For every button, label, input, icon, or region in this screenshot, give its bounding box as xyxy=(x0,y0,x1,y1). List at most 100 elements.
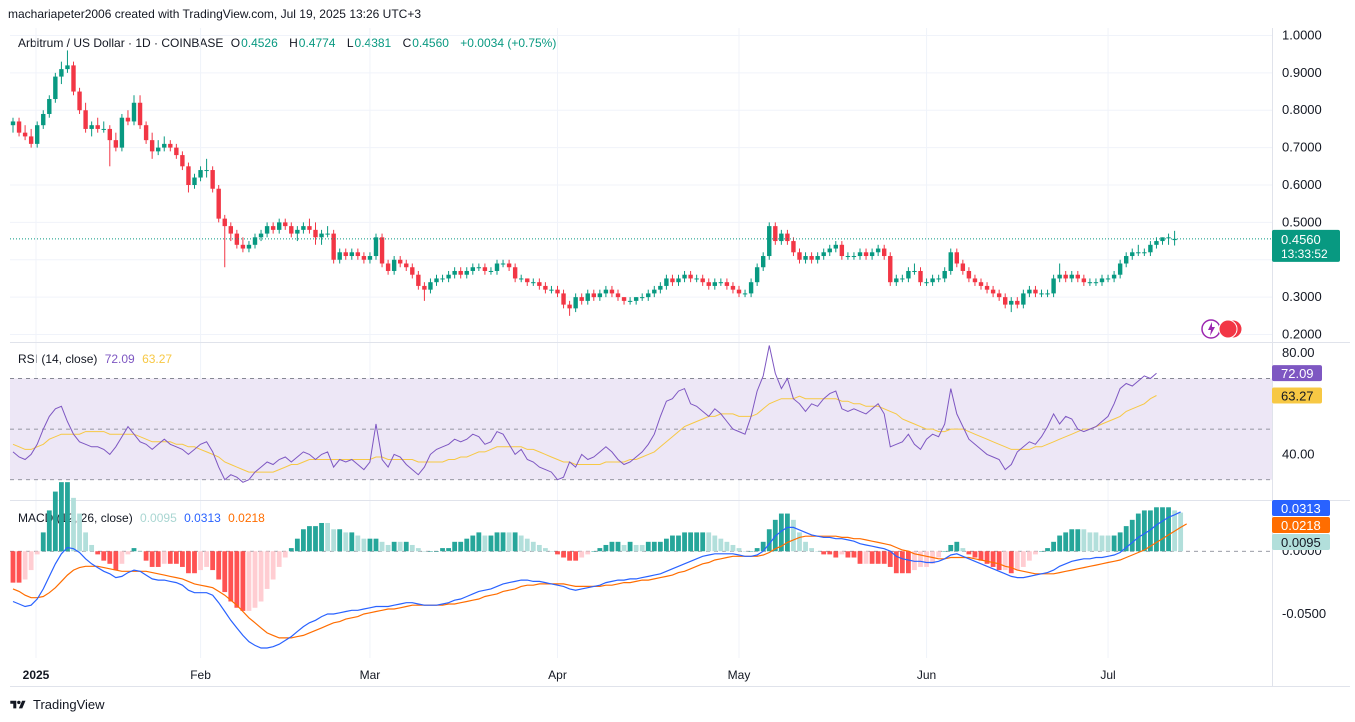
macd-hist-bar xyxy=(83,532,88,552)
candle-body xyxy=(488,270,494,272)
macd-hist-bar xyxy=(651,541,657,552)
macd-hist-bar xyxy=(440,548,445,552)
candle-body xyxy=(803,256,808,260)
candle-body xyxy=(984,285,990,290)
candle-body xyxy=(1142,252,1147,254)
macd-hist-bar xyxy=(791,519,796,552)
macd-hist-bar xyxy=(240,551,246,611)
us-flag-icon-front[interactable] xyxy=(1218,319,1238,339)
candle-body xyxy=(240,244,246,249)
candle-body xyxy=(295,229,300,234)
candle-body xyxy=(361,256,367,260)
macd-hist-bar xyxy=(972,551,978,558)
macd-badge-text: 0.0313 xyxy=(1281,501,1321,516)
macd-hist-bar xyxy=(1045,548,1050,552)
candle-body xyxy=(506,263,512,268)
macd-hist-bar xyxy=(331,529,337,552)
price-tick-label: 0.8000 xyxy=(1282,102,1322,117)
macd-hist-bar xyxy=(452,541,458,552)
candle-body xyxy=(89,125,94,129)
candle-body xyxy=(700,278,705,283)
candle-body xyxy=(990,289,996,294)
candle-body xyxy=(948,252,953,271)
candle-body xyxy=(706,282,711,286)
macd-hist-bar xyxy=(996,551,1002,571)
macd-hist-bar xyxy=(676,535,681,552)
candle-body xyxy=(289,226,294,234)
candle-body xyxy=(1099,278,1105,283)
candle-body xyxy=(186,166,191,185)
candle-body xyxy=(101,128,106,130)
macd-hist-bar xyxy=(391,541,397,552)
candle-body xyxy=(452,270,457,275)
macd-hist-bar xyxy=(494,532,500,552)
candle-body xyxy=(53,76,58,100)
macd-hist-bar xyxy=(415,548,421,552)
macd-hist-bar xyxy=(948,544,954,552)
candle-body xyxy=(549,289,554,291)
macd-hist-bar xyxy=(161,551,167,564)
candle-body xyxy=(742,293,748,295)
candle-body xyxy=(603,289,609,294)
time-tick-label: Jul xyxy=(1100,668,1115,682)
tradingview-logo-icon xyxy=(10,700,26,708)
candle-body xyxy=(966,270,972,279)
candle-body xyxy=(1057,274,1062,279)
macd-hist-bar xyxy=(40,532,46,552)
candle-body xyxy=(379,237,385,264)
macd-hist-bar xyxy=(936,551,942,558)
macd-hist-bar xyxy=(1141,510,1147,552)
candle-body xyxy=(767,226,772,257)
candle-body xyxy=(1081,278,1087,283)
macd-tick-label: -0.0500 xyxy=(1282,606,1326,621)
macd-hist-bar xyxy=(518,535,524,552)
candle-body xyxy=(996,293,1002,298)
candle-body xyxy=(325,233,330,235)
macd-hist-bar xyxy=(234,551,240,608)
candle-body xyxy=(621,297,627,301)
macd-hist-bar xyxy=(204,551,209,567)
macd-hist-bar xyxy=(1081,529,1087,552)
macd-hist-bar xyxy=(1020,551,1026,567)
candle-body xyxy=(355,252,361,257)
macd-hist-bar xyxy=(325,522,330,552)
macd-hist-bar xyxy=(585,551,591,555)
macd-hist-bar xyxy=(887,551,893,567)
candle-body xyxy=(845,256,851,258)
candle-body xyxy=(125,117,131,122)
candle-body xyxy=(1124,256,1129,264)
candle-body xyxy=(894,278,899,283)
macd-hist-bar xyxy=(797,532,802,552)
macd-hist-bar xyxy=(573,551,579,561)
macd-hist-bar xyxy=(803,541,808,552)
candle-body xyxy=(1069,274,1074,279)
candle-body xyxy=(960,263,966,271)
candle-body xyxy=(785,233,790,242)
time-tick-label: May xyxy=(728,668,751,682)
candle-body xyxy=(833,244,838,249)
candle-body xyxy=(821,252,826,257)
candle-body xyxy=(779,233,784,242)
candle-body xyxy=(851,256,857,258)
candle-body xyxy=(258,233,264,238)
candle-body xyxy=(156,147,161,152)
macd-hist-bar xyxy=(966,551,972,555)
candle-body xyxy=(367,256,373,260)
candle-body xyxy=(422,285,427,290)
candle-body xyxy=(869,252,875,257)
macd-hist-bar xyxy=(694,532,700,552)
macd-hist-bar xyxy=(718,538,724,552)
macd-hist-bar xyxy=(863,551,869,564)
candle-body xyxy=(754,267,760,283)
footer-brand[interactable]: TradingView xyxy=(8,697,105,712)
candle-body xyxy=(591,293,596,298)
macd-hist-bar xyxy=(434,551,439,552)
macd-hist-bar xyxy=(1105,535,1111,552)
chart-canvas[interactable]: 1.0000 0.9000 0.8000 0.7000 0.6000 0.5000 0.30… xyxy=(0,0,1355,690)
candle-body xyxy=(1033,289,1038,294)
price-tick-label: 0.6000 xyxy=(1282,177,1322,192)
candle-body xyxy=(16,121,22,133)
macd-hist-bar xyxy=(149,551,155,567)
macd-hist-bar xyxy=(446,548,451,552)
candle-body xyxy=(143,125,149,141)
